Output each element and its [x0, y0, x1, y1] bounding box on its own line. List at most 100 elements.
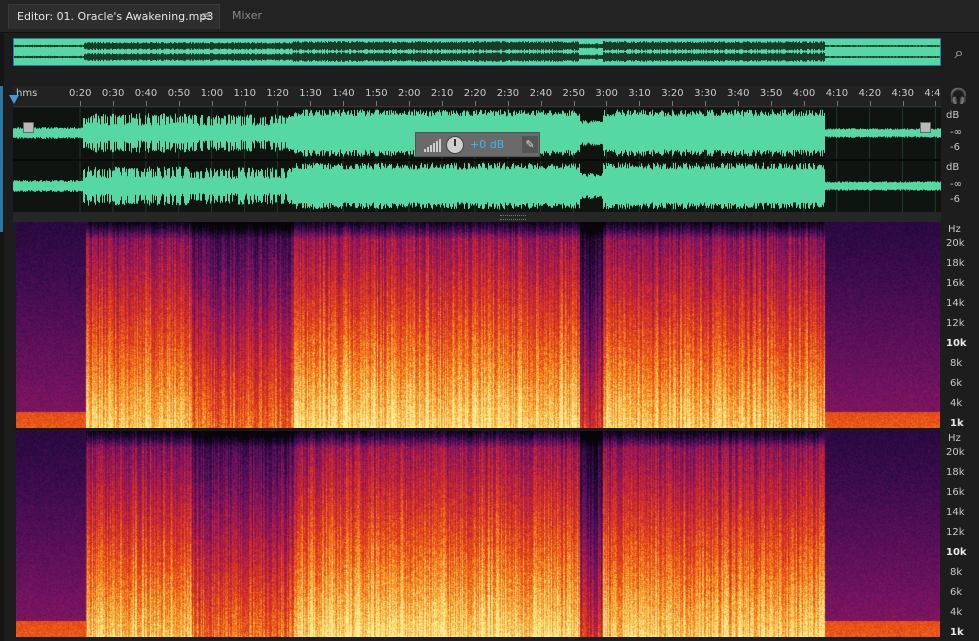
hz-unit-label: Hz — [948, 433, 961, 444]
ruler-tick-label: 2:30 — [496, 88, 520, 99]
hz-scale-label: 20k — [946, 238, 965, 249]
waveform-display[interactable] — [13, 108, 941, 212]
ruler-tick — [474, 101, 476, 106]
headphones-icon[interactable]: 🎧 — [949, 87, 968, 105]
db-unit-label-top: dB — [946, 110, 960, 121]
ruler-tick — [507, 101, 509, 106]
panel-divider[interactable] — [13, 212, 941, 222]
db-scale-neg6-top: -6 — [950, 142, 960, 153]
spectral-display-right[interactable] — [16, 431, 940, 637]
ruler-tick-label: 3:50 — [759, 88, 783, 99]
selection-accent — [0, 86, 3, 232]
ruler-tick — [376, 101, 378, 106]
hud-volume-control[interactable]: +0 dB ✎ — [415, 132, 540, 157]
zoom-magnifier-icon[interactable]: ⌕ — [948, 42, 970, 64]
hz-scale-label: 16k — [946, 487, 965, 498]
ruler-tick-label: 1:40 — [332, 88, 355, 99]
ruler-tick — [343, 101, 345, 106]
ruler-tick — [639, 101, 641, 106]
hz-scale-label: 1k — [950, 418, 964, 429]
ruler-tick — [211, 101, 213, 106]
ruler-tick-label: 3:10 — [628, 88, 651, 99]
ruler-tick — [770, 101, 772, 106]
ruler-tick-label: 4:10 — [825, 88, 849, 99]
ruler-tick-label: 4:00 — [792, 88, 816, 99]
hz-scale-label: 8k — [950, 567, 963, 578]
ruler-tick-label: 3:30 — [694, 88, 717, 99]
ruler-tick — [705, 101, 707, 106]
ruler-tick — [902, 101, 904, 106]
ruler-tick-label: 3:00 — [595, 88, 618, 99]
hz-scale-label: 20k — [946, 447, 965, 458]
ruler-tick-label: 4:30 — [891, 88, 914, 99]
hz-scale-label: 16k — [946, 278, 965, 289]
hz-scale-label: 12k — [946, 318, 965, 329]
ruler-tick-label: 2:10 — [430, 88, 454, 99]
ruler-tick-label: 1:00 — [200, 88, 224, 99]
hz-scale-label: 10k — [946, 547, 967, 558]
ruler-tick — [738, 101, 739, 106]
ruler-tick-label: 4:20 — [858, 88, 882, 99]
ruler-tick — [409, 101, 410, 106]
ruler-tick-label: 0:30 — [101, 88, 125, 99]
db-unit-label-bottom: dB — [946, 162, 960, 173]
ruler-tick — [935, 101, 937, 106]
ruler-tick — [178, 101, 180, 106]
tab-editor[interactable]: Editor: 01. Oracle's Awakening.mp3 ≡ — [8, 4, 220, 29]
playhead-marker[interactable] — [9, 95, 19, 104]
ruler-tick — [803, 101, 805, 106]
hz-scale-label: 6k — [950, 587, 963, 598]
hz-scale-label: 6k — [950, 378, 963, 389]
db-scale-neg6-bottom: -6 — [950, 194, 960, 205]
ruler-tick — [573, 101, 575, 106]
pin-icon[interactable]: ✎ — [522, 136, 538, 153]
divider-grip-icon[interactable] — [500, 215, 526, 220]
ruler-tick — [145, 101, 147, 106]
ruler-tick — [836, 101, 838, 106]
hz-scale-label: 4k — [950, 398, 963, 409]
ruler-tick-label: 2:50 — [562, 88, 585, 99]
hz-scale-label: 14k — [946, 507, 965, 518]
ruler-tick — [606, 101, 608, 106]
ruler-tick — [112, 101, 114, 106]
ruler-tick-label: 1:10 — [233, 88, 256, 99]
hz-scale-label: 18k — [946, 258, 965, 269]
hamburger-menu-icon[interactable]: ≡ — [201, 9, 211, 23]
tab-mixer-label: Mixer — [232, 9, 263, 22]
tab-mixer[interactable]: Mixer — [222, 4, 288, 28]
ruler-tick-label: 0:50 — [167, 88, 191, 99]
hz-scale-label: 18k — [946, 467, 965, 478]
hz-scale-label: 14k — [946, 298, 965, 309]
volume-value: +0 dB — [470, 138, 505, 151]
ruler-tick — [540, 101, 542, 106]
ruler-tick-label: 4:4 — [924, 88, 941, 99]
ruler-unit-label: hms — [16, 88, 38, 99]
ruler-tick — [80, 101, 81, 106]
level-meter-icon — [424, 139, 441, 152]
hz-scale-label: 4k — [950, 607, 963, 618]
fade-out-handle[interactable] — [920, 122, 931, 133]
hz-scale-label: 1k — [950, 627, 964, 638]
fade-in-handle[interactable] — [23, 122, 34, 133]
tab-editor-label: Editor: 01. Oracle's Awakening.mp3 — [17, 10, 214, 23]
ruler-tick — [310, 101, 312, 106]
ruler-tick-label: 3:20 — [661, 88, 684, 99]
overview-waveform — [14, 41, 940, 62]
db-scale-neg-inf-top: -∞ — [950, 127, 962, 138]
db-scale-neg-inf-bottom: -∞ — [950, 179, 962, 190]
overview-navigator[interactable] — [13, 38, 941, 66]
ruler-tick — [672, 101, 674, 106]
ruler-tick-label: 1:30 — [299, 88, 322, 99]
hz-unit-label: Hz — [948, 224, 961, 235]
ruler-tick-label: 2:20 — [463, 88, 487, 99]
ruler-tick-label: 2:40 — [529, 88, 553, 99]
ruler-tick — [277, 101, 279, 106]
hz-scale-label: 10k — [946, 338, 967, 349]
ruler-tick-label: 3:40 — [727, 88, 750, 99]
ruler-tick — [441, 101, 443, 106]
waveform-svg — [13, 108, 941, 212]
volume-knob[interactable] — [446, 136, 464, 154]
spectral-display-left[interactable] — [16, 222, 940, 428]
ruler-tick-label: 2:00 — [398, 88, 421, 99]
ruler-tick-label: 0:40 — [134, 88, 158, 99]
